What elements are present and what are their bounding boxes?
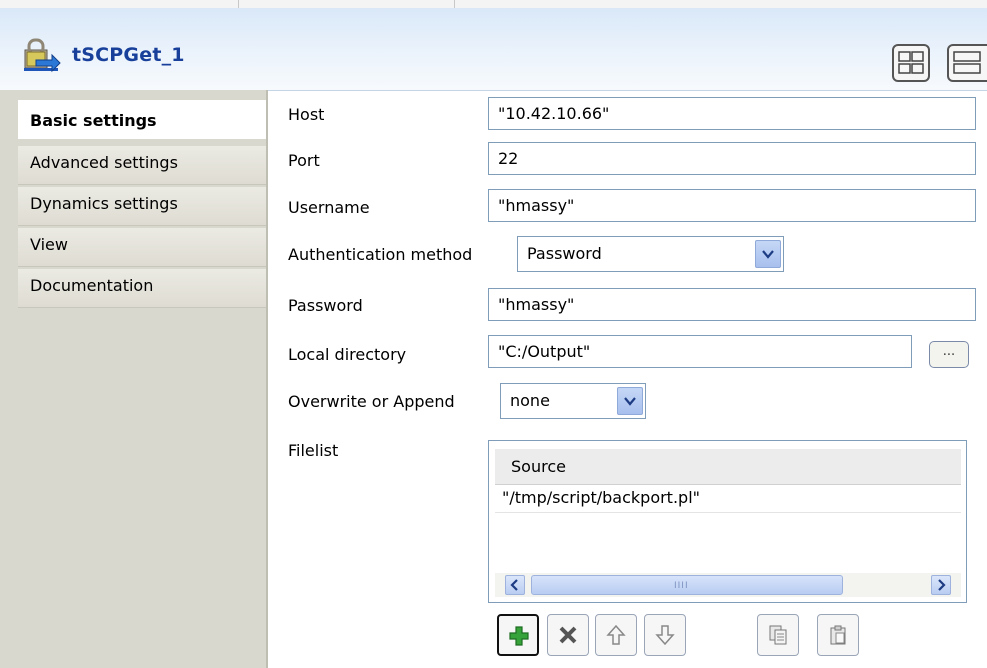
sidebar-item-advanced-settings[interactable]: Advanced settings (18, 146, 266, 185)
move-up-button[interactable] (595, 614, 637, 656)
component-header: tSCPGet_1 (0, 8, 987, 91)
tab-divider (238, 0, 239, 8)
sidebar-item-documentation[interactable]: Documentation (18, 269, 266, 308)
top-tab-strip (0, 0, 987, 8)
chevron-down-icon (624, 397, 636, 406)
dropdown-arrow-button[interactable] (617, 387, 643, 415)
arrow-up-icon (606, 624, 626, 645)
table-cell-source[interactable]: "/tmp/script/backport.pl" (502, 488, 700, 507)
copy-icon (769, 625, 787, 645)
component-title: tSCPGet_1 (72, 44, 185, 66)
sidebar-item-label: Documentation (30, 276, 154, 295)
horizontal-scrollbar[interactable]: IIII (495, 573, 961, 597)
scroll-thumb[interactable]: IIII (531, 575, 843, 595)
chevron-down-icon (762, 250, 774, 259)
grid-layout-icon (898, 51, 924, 74)
overwrite-append-select[interactable]: none (500, 383, 646, 419)
scp-get-icon (22, 34, 62, 74)
list-layout-icon (953, 51, 981, 74)
scroll-left-button[interactable] (505, 575, 525, 595)
sidebar-item-dynamics-settings[interactable]: Dynamics settings (18, 187, 266, 226)
remove-row-button[interactable] (547, 614, 589, 656)
sidebar-item-label: Advanced settings (30, 153, 178, 172)
host-field[interactable]: "10.42.10.66" (488, 97, 976, 130)
scroll-grip: IIII (674, 581, 689, 591)
port-label: Port (288, 151, 320, 170)
table-row[interactable]: "/tmp/script/backport.pl" (495, 485, 961, 513)
chevron-right-icon (938, 579, 946, 591)
overwrite-append-value: none (510, 391, 550, 410)
arrow-down-icon (655, 625, 675, 646)
overwrite-append-label: Overwrite or Append (288, 392, 455, 411)
move-down-button[interactable] (644, 614, 686, 656)
password-field[interactable]: "hmassy" (488, 288, 976, 321)
sidebar-item-label: Basic settings (30, 111, 157, 130)
local-directory-label: Local directory (288, 345, 407, 364)
password-label: Password (288, 296, 363, 315)
sidebar-divider (266, 90, 268, 668)
sidebar-item-basic-settings[interactable]: Basic settings (18, 100, 268, 139)
username-label: Username (288, 198, 370, 217)
username-field[interactable]: "hmassy" (488, 189, 976, 222)
filelist-table: Source "/tmp/script/backport.pl" IIII (488, 440, 967, 603)
browse-button[interactable]: ... (929, 341, 969, 368)
plus-icon (509, 626, 529, 646)
port-field[interactable]: 22 (488, 142, 976, 175)
column-header-label: Source (511, 457, 566, 476)
authentication-method-label: Authentication method (288, 245, 473, 264)
sidebar-item-view[interactable]: View (18, 228, 266, 267)
local-directory-field[interactable]: "C:/Output" (488, 335, 912, 368)
sidebar-item-label: View (30, 235, 68, 254)
layout-list-button[interactable] (947, 44, 987, 82)
paste-icon (830, 625, 846, 645)
filelist-label: Filelist (288, 441, 339, 460)
tab-divider (454, 0, 455, 8)
layout-grid-button[interactable] (892, 44, 930, 82)
dropdown-arrow-button[interactable] (755, 240, 781, 268)
add-row-button[interactable] (497, 614, 539, 656)
delete-x-icon (559, 626, 577, 644)
chevron-left-icon (510, 579, 518, 591)
table-header-source[interactable]: Source (495, 449, 961, 485)
paste-button[interactable] (817, 614, 859, 656)
sidebar-item-label: Dynamics settings (30, 194, 178, 213)
authentication-method-select[interactable]: Password (517, 236, 784, 272)
scroll-right-button[interactable] (931, 575, 951, 595)
settings-sidebar: Basic settings Advanced settings Dynamic… (0, 90, 268, 668)
host-label: Host (288, 105, 325, 124)
authentication-method-value: Password (527, 244, 602, 263)
copy-button[interactable] (757, 614, 799, 656)
